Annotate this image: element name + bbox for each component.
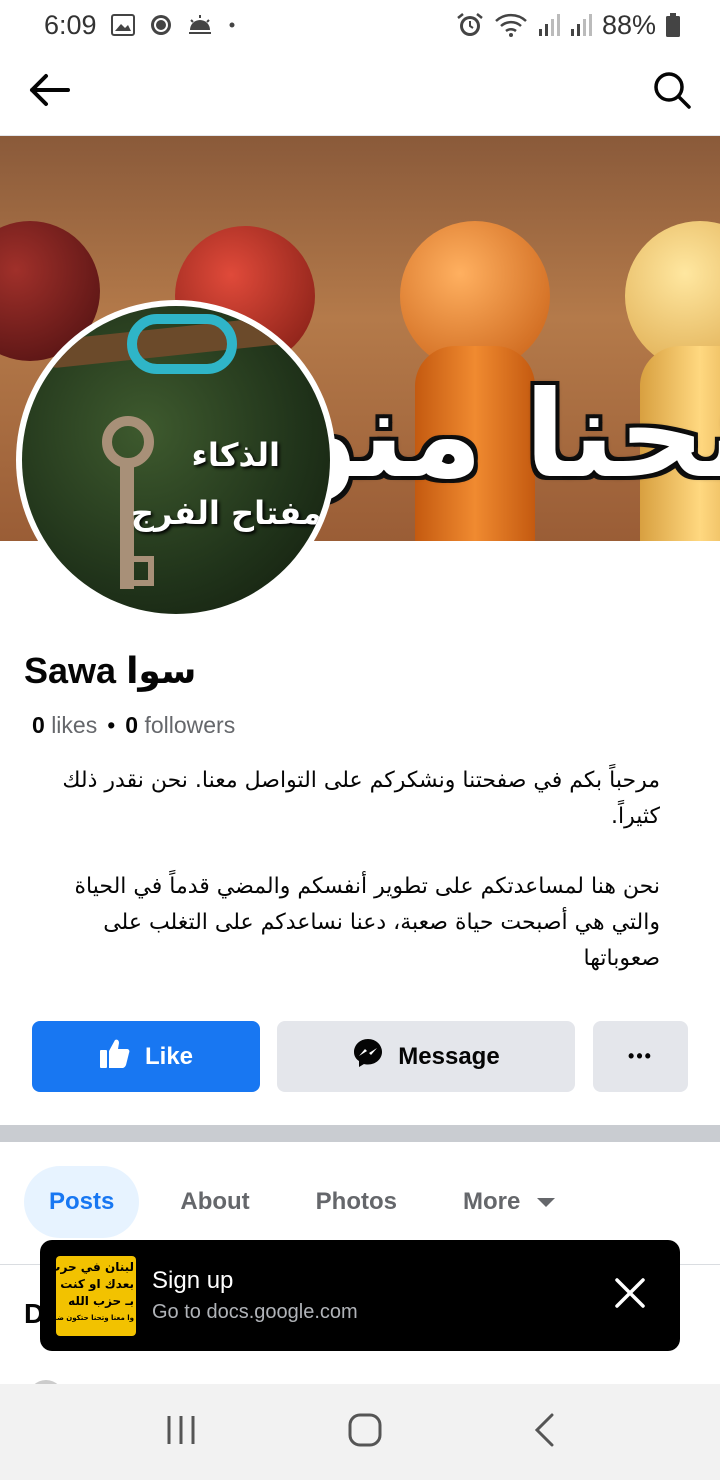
recents-icon[interactable]: [165, 1414, 197, 1451]
page-tabs: Posts About Photos More: [24, 1166, 581, 1238]
message-button[interactable]: Message: [277, 1021, 575, 1092]
page-title: Sawa سوا: [24, 650, 197, 691]
like-button[interactable]: Like: [32, 1021, 260, 1092]
thumbs-up-icon: [99, 1037, 131, 1076]
likes-count: 0: [32, 712, 45, 738]
thumb-line-3: بـ حزب الله: [68, 1293, 134, 1308]
arrow-left-icon[interactable]: [28, 73, 70, 112]
chat-bubble-icon: [149, 13, 173, 37]
avatar-rope: [127, 314, 237, 374]
avatar-text-line1: الذكاء: [191, 436, 280, 474]
avatar-text-line2: مفتاح الفرج: [130, 494, 322, 532]
followers-stat[interactable]: 0 followers: [125, 712, 235, 739]
stats-separator: •: [107, 712, 116, 738]
close-icon[interactable]: [614, 1277, 646, 1314]
thumb-line-2: بعدك او كنت م: [56, 1276, 134, 1291]
tab-photos[interactable]: Photos: [291, 1166, 422, 1238]
section-divider: [0, 1125, 720, 1142]
like-label: Like: [144, 1042, 194, 1070]
tab-about[interactable]: About: [155, 1166, 274, 1238]
back-nav-icon[interactable]: [533, 1413, 555, 1452]
dot-icon: [227, 20, 237, 30]
gallery-icon: [110, 14, 135, 36]
snackbar-thumbnail: لبنان في حرب بعدك او كنت م بـ حزب الله و…: [56, 1255, 136, 1336]
more-dots-icon: •••: [628, 1046, 653, 1066]
more-options-button[interactable]: •••: [593, 1021, 688, 1092]
followers-label: followers: [144, 712, 236, 738]
weather-icon: [187, 14, 213, 36]
avatar-key-bit: [130, 556, 154, 586]
thumb-line-1: لبنان في حرب: [56, 1259, 134, 1274]
profile-avatar[interactable]: الذكاء مفتاح الفرج: [16, 300, 336, 620]
avatar-image: الذكاء مفتاح الفرج: [22, 306, 330, 614]
page-stats: 0 likes • 0 followers: [32, 712, 235, 739]
system-nav-bar: [0, 1384, 720, 1480]
status-bar: 6:09 88%: [0, 0, 720, 50]
likes-label: likes: [51, 712, 98, 738]
search-icon[interactable]: [652, 70, 692, 115]
signal-icon: [538, 13, 560, 37]
battery-percent: 88%: [601, 9, 656, 40]
tab-more[interactable]: More: [438, 1166, 581, 1238]
followers-count: 0: [125, 712, 139, 738]
tab-more-label: More: [463, 1188, 521, 1215]
snackbar-title: Sign up: [152, 1267, 234, 1294]
messenger-icon: [352, 1037, 384, 1076]
thumb-line-4: وا معنا وتحنا حتكون ضمانا: [56, 1313, 134, 1322]
app-bar: [0, 50, 720, 136]
signal-icon: [570, 13, 592, 37]
snackbar-subtitle: Go to docs.google.com: [152, 1301, 358, 1323]
message-label: Message: [398, 1042, 500, 1070]
avatar-key: [102, 416, 154, 468]
alarm-icon: [456, 12, 484, 38]
wifi-icon: [494, 12, 528, 38]
tab-posts[interactable]: Posts: [24, 1166, 140, 1238]
bio-paragraph-2: نحن هنا لمساعدتكم على تطوير أنفسكم والمض…: [74, 874, 660, 971]
caret-down-icon: [536, 1188, 556, 1216]
bio-paragraph-1: مرحباً بكم في صفحتنا ونشكركم على التواصل…: [62, 768, 660, 829]
likes-stat[interactable]: 0 likes: [32, 712, 97, 739]
snackbar-text[interactable]: Sign up Go to docs.google.com: [152, 1267, 358, 1324]
signup-snackbar[interactable]: لبنان في حرب بعدك او كنت م بـ حزب الله و…: [40, 1240, 680, 1351]
battery-icon: [666, 13, 680, 37]
status-time: 6:09: [44, 9, 97, 40]
home-icon[interactable]: [348, 1413, 382, 1452]
